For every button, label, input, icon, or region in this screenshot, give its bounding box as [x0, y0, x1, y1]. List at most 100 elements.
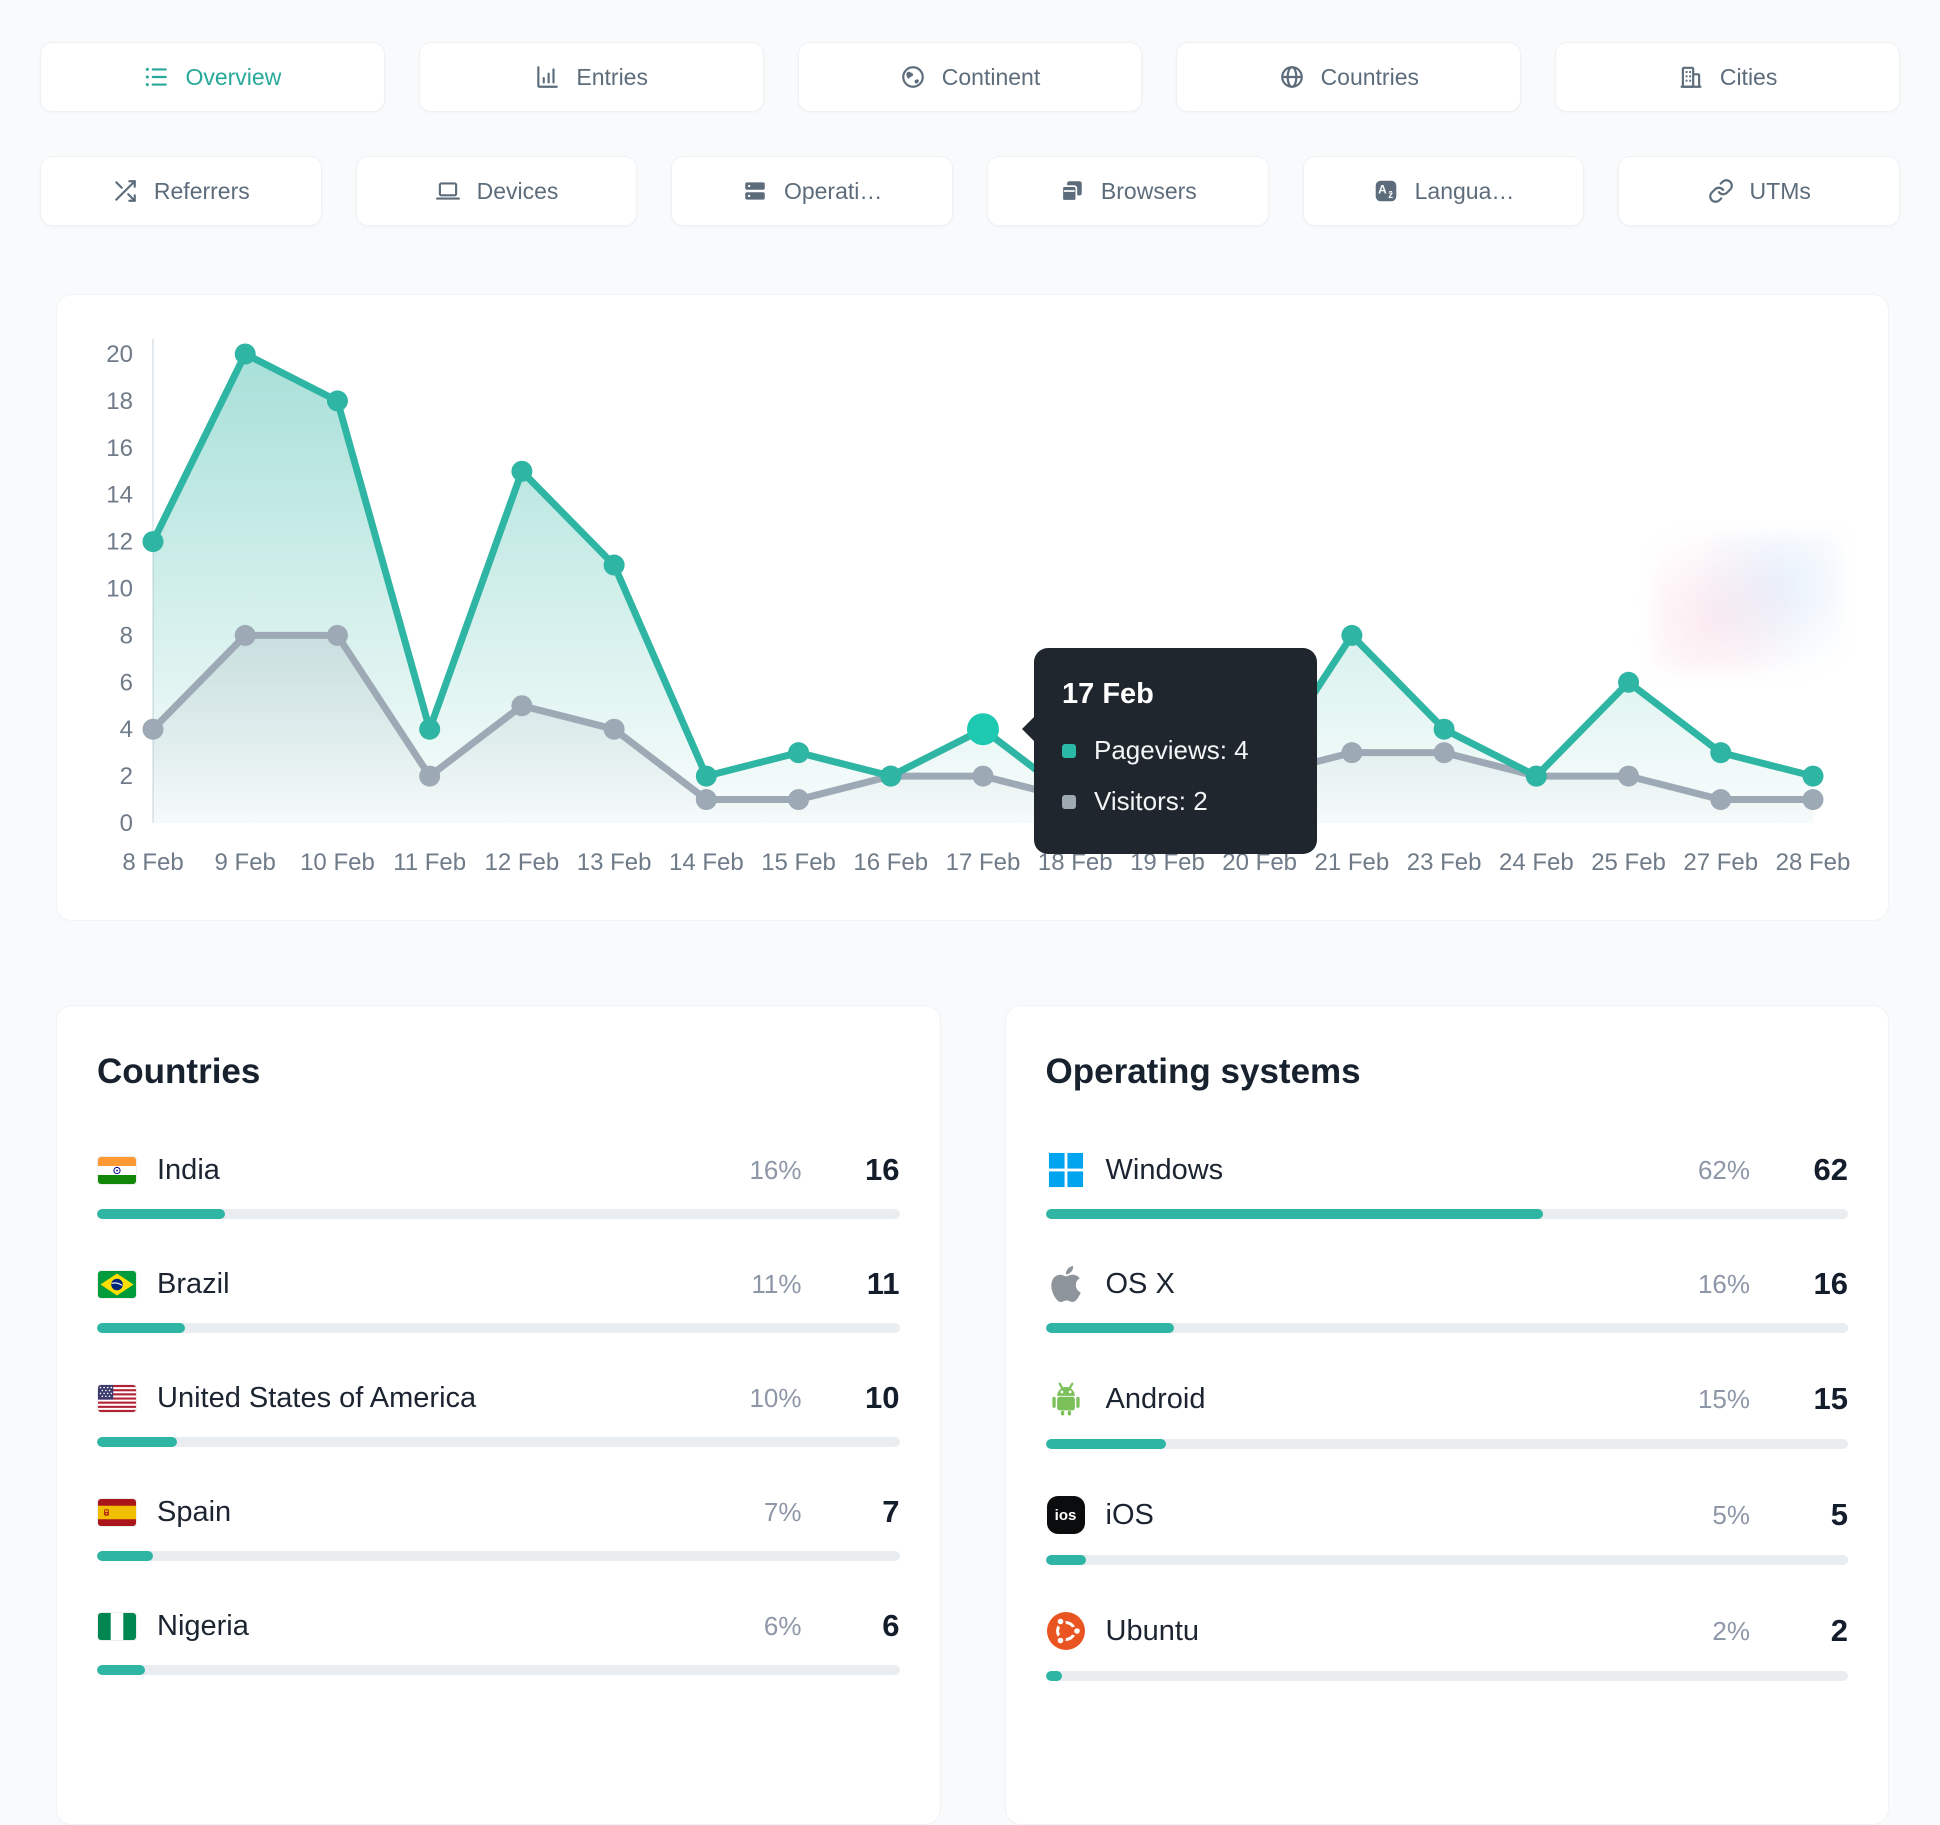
- tab-label: Entries: [576, 63, 648, 90]
- os-count: 2: [1830, 1613, 1848, 1648]
- spain-flag-icon: [97, 1498, 137, 1526]
- svg-text:12: 12: [106, 529, 133, 556]
- tab-label: Continent: [941, 63, 1041, 90]
- svg-text:15 Feb: 15 Feb: [761, 849, 836, 876]
- link-icon: [1708, 179, 1733, 203]
- os-percent: 2%: [1712, 1615, 1750, 1646]
- os-percent: 62%: [1697, 1154, 1750, 1185]
- chart-tooltip: 17 Feb Pageviews: 4 Visitors: 2: [1022, 648, 1317, 854]
- os-count: 62: [1813, 1152, 1848, 1187]
- os-name: Android: [1105, 1382, 1206, 1415]
- panel-title: Operating systems: [1045, 1052, 1361, 1091]
- svg-text:10 Feb: 10 Feb: [300, 849, 375, 876]
- usa-flag-icon: [97, 1384, 137, 1412]
- country-percent: 6%: [763, 1610, 802, 1641]
- os-count: 16: [1813, 1266, 1848, 1301]
- svg-text:18: 18: [106, 388, 133, 415]
- tab-referrers[interactable]: Referrers: [40, 156, 322, 226]
- svg-text:14 Feb: 14 Feb: [669, 849, 744, 876]
- svg-text:21 Feb: 21 Feb: [1315, 849, 1390, 876]
- tab-cities[interactable]: Cities: [1555, 42, 1900, 112]
- windows-icon: [1046, 1152, 1086, 1188]
- brazil-flag-icon: [97, 1270, 137, 1298]
- svg-text:24 Feb: 24 Feb: [1499, 849, 1574, 876]
- os-count: 15: [1813, 1381, 1848, 1416]
- os-name: OS X: [1105, 1267, 1175, 1300]
- tab-utms[interactable]: UTMs: [1618, 156, 1901, 226]
- country-percent: 7%: [763, 1496, 802, 1527]
- ios-icon: ios: [1046, 1496, 1086, 1534]
- country-name: Spain: [157, 1495, 232, 1528]
- ubuntu-icon: [1046, 1612, 1086, 1650]
- tab-label: UTMs: [1749, 177, 1811, 204]
- svg-text:13 Feb: 13 Feb: [577, 849, 652, 876]
- row-ios: ios iOS 5% 5: [1045, 1496, 1848, 1565]
- tab-continent[interactable]: Continent: [797, 42, 1143, 112]
- tab-entries[interactable]: Entries: [418, 42, 764, 112]
- os-count: 5: [1830, 1497, 1848, 1532]
- country-name: India: [157, 1153, 220, 1186]
- server-icon: [745, 182, 765, 200]
- tab-label: Langua…: [1414, 177, 1515, 204]
- globe-icon: [1280, 66, 1303, 88]
- visitors-pageviews-chart-card: 0 2 4 6 8 10 12 14 16 18 20 8 Feb 9 Feb 10 Feb 11 Feb 1…: [56, 294, 1889, 921]
- country-percent: 16%: [749, 1154, 802, 1185]
- svg-text:25 Feb: 25 Feb: [1591, 849, 1666, 876]
- row-spain: Spain 7% 7: [97, 1494, 900, 1561]
- os-name: Ubuntu: [1105, 1614, 1200, 1647]
- breakdown-panels: Countries India 16% 16 Brazil 11% 11 Uni: [56, 1005, 1889, 1825]
- row-nigeria: Nigeria 6% 6: [97, 1608, 900, 1675]
- svg-text:12 Feb: 12 Feb: [485, 849, 560, 876]
- tab-operating-systems[interactable]: Operati…: [671, 156, 954, 226]
- bar-chart-icon: [537, 66, 559, 88]
- svg-text:10: 10: [106, 576, 133, 603]
- line-chart-canvas[interactable]: 0 2 4 6 8 10 12 14 16 18 20 8 Feb 9 Feb 10 Feb 11 Feb 1…: [57, 295, 1888, 922]
- tab-browsers[interactable]: Browsers: [987, 156, 1269, 226]
- country-count: 11: [866, 1266, 900, 1301]
- row-osx: OS X 16% 16: [1045, 1266, 1848, 1333]
- svg-text:A: A: [1378, 183, 1387, 197]
- progress-bar: [1045, 1209, 1848, 1219]
- country-name: United States of America: [157, 1381, 477, 1414]
- translate-icon: Az̄: [1375, 180, 1396, 202]
- svg-text:16 Feb: 16 Feb: [853, 849, 928, 876]
- os-name: Windows: [1105, 1153, 1224, 1186]
- svg-text:16: 16: [106, 435, 133, 462]
- tab-devices[interactable]: Devices: [355, 156, 638, 226]
- os-percent: 5%: [1712, 1499, 1750, 1530]
- country-count: 6: [882, 1608, 900, 1643]
- tab-label: Cities: [1719, 63, 1778, 90]
- row-android: Android 15% 15: [1045, 1380, 1848, 1449]
- country-percent: 11%: [751, 1268, 802, 1299]
- tab-languages[interactable]: Az̄ Langua…: [1302, 156, 1585, 226]
- tab-label: Browsers: [1100, 177, 1197, 204]
- progress-bar: [1045, 1323, 1848, 1333]
- tooltip-pageviews-row: Pageviews: 4: [1062, 735, 1289, 766]
- progress-bar: [97, 1209, 900, 1219]
- tab-row-primary: Overview Entries Continent Countries Cit…: [40, 42, 1900, 112]
- row-ubuntu: Ubuntu 2% 2: [1045, 1612, 1848, 1681]
- tab-label: Devices: [476, 177, 559, 204]
- tab-countries[interactable]: Countries: [1176, 42, 1522, 112]
- operating-systems-panel: Operating systems Windows 62% 62 OS X 16…: [1004, 1005, 1889, 1825]
- shuffle-icon: [115, 180, 136, 202]
- globe-americas-icon: [901, 66, 924, 88]
- row-india: India 16% 16: [97, 1152, 900, 1219]
- pageviews-swatch-icon: [1062, 743, 1076, 758]
- svg-text:20: 20: [106, 341, 133, 368]
- tab-label: Operati…: [783, 177, 883, 204]
- svg-text:9 Feb: 9 Feb: [215, 849, 276, 876]
- tooltip-pageviews-text: Pageviews: 4: [1094, 735, 1249, 765]
- nigeria-flag-icon: [97, 1612, 137, 1640]
- svg-text:z̄: z̄: [1388, 190, 1393, 201]
- svg-text:11 Feb: 11 Feb: [393, 849, 466, 876]
- android-icon: [1046, 1380, 1086, 1418]
- svg-text:14: 14: [106, 482, 133, 509]
- buildings-icon: [1680, 66, 1702, 88]
- row-usa: United States of America 10% 10: [97, 1380, 900, 1447]
- progress-bar: [1045, 1671, 1848, 1681]
- row-brazil: Brazil 11% 11: [97, 1266, 900, 1333]
- tab-row-secondary: Referrers Devices Operati… Browsers Az̄ …: [40, 156, 1901, 226]
- country-name: Nigeria: [157, 1609, 249, 1642]
- tab-overview[interactable]: Overview: [40, 42, 385, 112]
